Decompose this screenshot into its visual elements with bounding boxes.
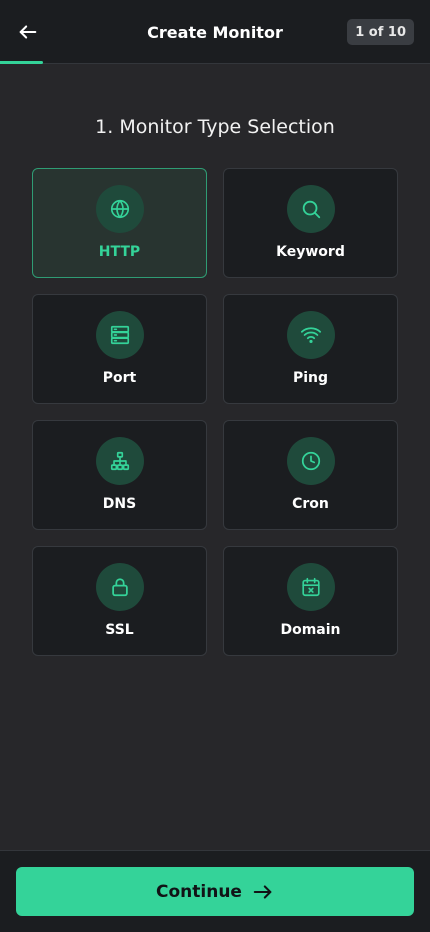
bottom-bar: Continue xyxy=(0,850,430,932)
monitor-type-label: Ping xyxy=(292,370,329,386)
back-button[interactable] xyxy=(8,12,48,52)
step-progress-bar xyxy=(0,61,43,64)
monitor-type-ping[interactable]: Ping xyxy=(223,294,398,404)
create-monitor-screen: Create Monitor 1 of 10 1. Monitor Type S… xyxy=(0,0,430,932)
continue-button[interactable]: Continue xyxy=(16,867,414,916)
icon-badge xyxy=(95,563,144,611)
continue-label: Continue xyxy=(156,881,242,902)
monitor-type-grid: HTTP Keyword Port Ping DNS Cron SSL Doma… xyxy=(32,168,398,656)
network-icon xyxy=(110,451,129,471)
globe-icon xyxy=(110,199,129,219)
monitor-type-label: Port xyxy=(102,370,137,386)
monitor-type-label: SSL xyxy=(105,622,134,638)
monitor-type-cron[interactable]: Cron xyxy=(223,420,398,530)
icon-badge xyxy=(95,437,144,485)
icon-badge xyxy=(286,437,335,485)
lock-icon xyxy=(111,578,128,597)
top-bar: Create Monitor 1 of 10 xyxy=(0,0,430,64)
monitor-type-http[interactable]: HTTP xyxy=(32,168,207,278)
icon-badge xyxy=(95,185,144,233)
step-counter-badge: 1 of 10 xyxy=(347,19,414,45)
arrow-left-icon xyxy=(19,25,37,39)
clock-icon xyxy=(301,451,320,471)
monitor-type-label: Domain xyxy=(280,622,341,638)
search-icon xyxy=(302,200,320,219)
arrow-right-icon xyxy=(253,884,272,899)
calendar-x-icon xyxy=(301,577,320,597)
section-title: 1. Monitor Type Selection xyxy=(95,116,335,138)
server-icon xyxy=(110,325,129,345)
wifi-icon xyxy=(300,327,321,344)
monitor-type-keyword[interactable]: Keyword xyxy=(223,168,398,278)
icon-badge xyxy=(95,311,144,359)
monitor-type-dns[interactable]: DNS xyxy=(32,420,207,530)
monitor-type-port[interactable]: Port xyxy=(32,294,207,404)
monitor-type-label: HTTP xyxy=(98,244,141,260)
icon-badge xyxy=(286,563,335,611)
monitor-type-ssl[interactable]: SSL xyxy=(32,546,207,656)
monitor-type-label: DNS xyxy=(102,496,137,512)
monitor-type-label: Cron xyxy=(292,496,329,512)
monitor-type-domain[interactable]: Domain xyxy=(223,546,398,656)
icon-badge xyxy=(286,185,335,233)
monitor-type-label: Keyword xyxy=(276,244,345,260)
icon-badge xyxy=(286,311,335,359)
